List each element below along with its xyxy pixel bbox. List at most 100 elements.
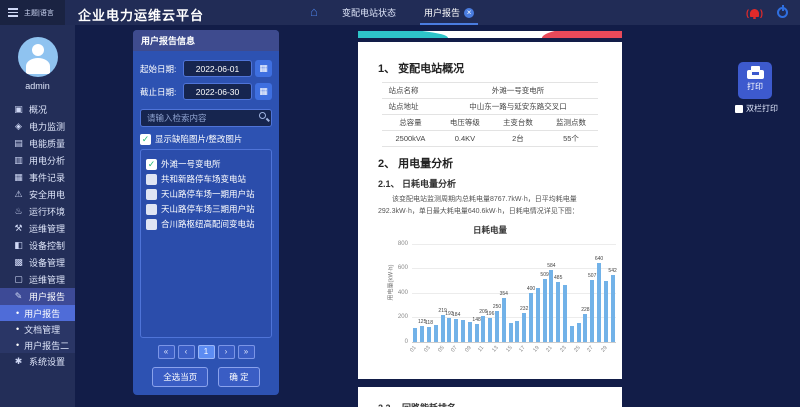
sidebar-item[interactable]: ▤ 电能质量	[0, 135, 75, 152]
bar-value-label: 400	[526, 285, 536, 292]
page-button[interactable]: »	[237, 345, 255, 359]
x-tick-label: 23	[559, 344, 568, 354]
bar-value-label: 232	[520, 306, 529, 313]
chart-bar	[583, 313, 588, 342]
header-cell: 监测点数	[544, 114, 598, 131]
value-cell: 55个	[544, 130, 598, 147]
x-tick-label: 27	[586, 344, 595, 354]
print-button[interactable]: 打印	[738, 62, 772, 99]
search-icon[interactable]	[259, 112, 266, 119]
addr-value-cell: 中山东一路与延安东路交叉口	[438, 98, 598, 115]
sidebar-item-label: 安全用电	[29, 190, 66, 200]
chart-bar	[576, 322, 581, 342]
checkbox-icon[interactable]: ✓	[146, 158, 157, 170]
page-button[interactable]: 1	[197, 345, 215, 359]
chart-bar	[495, 311, 499, 342]
x-tick-label: 29	[599, 344, 609, 354]
select-all-page-button[interactable]: 全选当页	[152, 367, 209, 387]
tab-item[interactable]: 变配电站状态	[342, 0, 396, 25]
avatar[interactable]	[17, 37, 58, 77]
sidebar-item[interactable]: ▣ 概况	[0, 101, 75, 118]
page-button[interactable]: «	[157, 345, 175, 359]
station-tree: ✓ 外滩一号变电所 共和新路停车场变电站 天山路停车场一期用户站 天山路停车场三期用户站…	[140, 149, 272, 338]
gridline	[412, 341, 616, 343]
sidebar-item-label: 运维管理	[29, 224, 66, 234]
tab-close-icon[interactable]: ×	[464, 7, 475, 18]
station-info-table: 站点名称 外滩一号变电所 站点地址 中山东一路与延安东路交叉口 总容量 电压等级…	[382, 82, 598, 147]
section21-title: 2.1、 日耗电量分析	[378, 179, 457, 189]
sidebar-item-label: 电能质量	[29, 139, 66, 149]
checkbox-icon[interactable]	[146, 218, 157, 230]
sidebar-item[interactable]: ▢ 运维管理	[0, 271, 75, 288]
checkbox-icon[interactable]	[735, 104, 743, 113]
chart-bar	[515, 320, 520, 342]
chart-title: 日耗电量	[472, 224, 507, 235]
device-management-icon: ▩	[14, 257, 23, 267]
checkbox-icon[interactable]	[146, 203, 157, 215]
station-tree-item[interactable]: 共和新路停车场变电站	[146, 173, 266, 185]
sidebar-item-label: 运行环境	[29, 207, 66, 217]
sidebar-item[interactable]: ⚒ 运维管理	[0, 220, 75, 237]
show-images-checkbox[interactable]: ✓ 显示缺陷图片/整改图片	[140, 133, 272, 145]
start-calendar-icon[interactable]: ▦	[255, 60, 272, 77]
x-tick-label: 07	[450, 344, 459, 354]
value-cell: 0.4KV	[438, 130, 492, 147]
checkbox-icon[interactable]: ✓	[140, 133, 151, 145]
device-control-icon: ◧	[14, 240, 23, 250]
sidebar-item[interactable]: ✱ 系统设置	[0, 353, 75, 370]
home-icon[interactable]: ⌂	[310, 5, 318, 18]
sidebar-subitem[interactable]: • 用户报告	[0, 305, 75, 321]
x-tick-label: 21	[545, 344, 555, 354]
sidebar-subitem[interactable]: • 文档管理	[0, 321, 75, 337]
station-tree-item[interactable]: ✓ 外滩一号变电所	[146, 158, 266, 170]
search-input[interactable]	[140, 109, 272, 127]
theme-language-switch[interactable]: 主题|语言	[24, 8, 54, 18]
report-page: 1、 变配电站概况 站点名称 外滩一号变电所 站点地址 中山东一路与延安东路交叉…	[358, 42, 622, 379]
topbar: 主题|语言 企业电力运维云平台 ⌂ 变配电站状态 用户报告 × ()	[0, 0, 800, 25]
checkbox-icon[interactable]	[146, 173, 157, 185]
station-tree-item[interactable]: 天山路停车场一期用户站	[146, 188, 266, 200]
page-button[interactable]: ›	[217, 345, 235, 359]
end-date-input[interactable]: 2022-06-30	[183, 83, 252, 100]
sidebar-item[interactable]: ♨ 运行环境	[0, 203, 75, 220]
end-date-label: 截止日期:	[140, 86, 177, 97]
x-tick-label: 13	[491, 344, 500, 354]
page-button[interactable]: ‹	[177, 345, 195, 359]
two-column-print-checkbox[interactable]: 双栏打印	[735, 103, 778, 114]
chart-plot: 0 200 400 600 800 01 125 118 03 219 05 193 184 07 09 14…	[398, 241, 617, 354]
tab-bar: 变配电站状态 用户报告 ×	[342, 0, 479, 25]
hamburger-menu-icon[interactable]	[8, 8, 18, 17]
value-cell: 2500kVA	[382, 130, 439, 147]
chart-bar	[563, 285, 567, 342]
sidebar-item[interactable]: ▥ 用电分析	[0, 152, 75, 169]
sidebar-subitem[interactable]: • 用户报告二	[0, 337, 75, 353]
sidebar-item[interactable]: ▩ 设备管理	[0, 254, 75, 271]
chart-bar	[610, 275, 615, 342]
sidebar-item[interactable]: ✎ 用户报告	[0, 288, 75, 305]
chart-bar	[597, 263, 601, 342]
sidebar-item-label: 运维管理	[29, 275, 66, 285]
alarm-bell-icon[interactable]: ()	[746, 8, 763, 19]
usage-analysis-icon: ▥	[14, 155, 23, 165]
two-column-print-label: 双栏打印	[746, 104, 778, 113]
sidebar-item[interactable]: ▦ 事件记录	[0, 169, 75, 186]
bar-value-label: 118	[425, 320, 433, 327]
sidebar-subitem-label: 文档管理	[24, 324, 61, 335]
station-tree-item[interactable]: 合川路枢纽高配间变电站	[146, 218, 266, 230]
station-tree-item[interactable]: 天山路停车场三期用户站	[146, 203, 266, 215]
confirm-button[interactable]: 确 定	[218, 367, 260, 387]
power-logout-icon[interactable]	[777, 5, 788, 18]
y-axis-label: 用电量(kW·h)	[388, 264, 395, 301]
checkbox-icon[interactable]	[146, 188, 157, 200]
user-report-icon: ✎	[14, 291, 23, 301]
username: admin	[25, 81, 50, 91]
sidebar-item[interactable]: ⚠ 安全用电	[0, 186, 75, 203]
end-calendar-icon[interactable]: ▦	[255, 83, 272, 100]
bar-value-label: 640	[594, 256, 604, 263]
y-tick-label: 200	[397, 314, 408, 321]
start-date-input[interactable]: 2022-06-01	[183, 60, 252, 77]
sidebar-item[interactable]: ◈ 电力监测	[0, 118, 75, 135]
station-label: 合川路枢纽高配间变电站	[161, 219, 255, 229]
sidebar-item[interactable]: ◧ 设备控制	[0, 237, 75, 254]
tab-item[interactable]: 用户报告 ×	[420, 0, 479, 25]
